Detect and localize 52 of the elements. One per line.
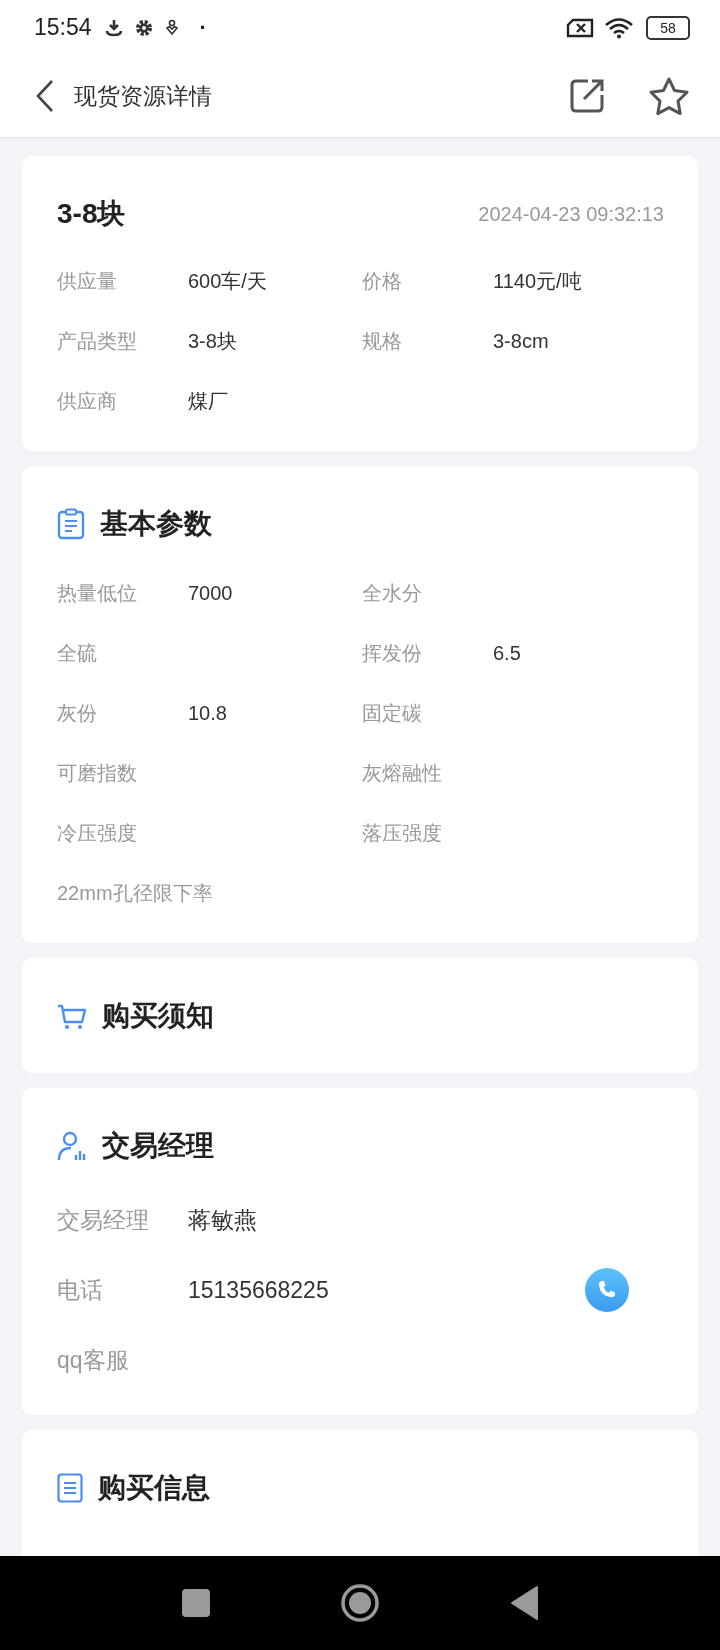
field-value: 6.5: [493, 641, 521, 664]
section-title: 购买须知: [102, 999, 214, 1033]
field-label: qq客服: [57, 1345, 130, 1375]
field-label: 落压强度: [362, 820, 443, 846]
clipboard-icon: [57, 508, 85, 540]
gear-icon: [133, 17, 154, 38]
field-value: 10.8: [188, 701, 227, 724]
field-label: 交易经理: [57, 1205, 150, 1235]
field-label: 全水分: [362, 580, 423, 606]
battery-icon: 58: [646, 15, 690, 40]
wifi-icon: [604, 16, 634, 39]
field-value: 600车/天: [188, 269, 267, 292]
page-title: 现货资源详情: [74, 81, 212, 111]
notification-dot: ·: [199, 14, 207, 41]
field-value: 蒋敏燕: [188, 1205, 257, 1235]
status-time: 15:54: [34, 14, 92, 41]
back-button[interactable]: [510, 1585, 538, 1621]
field-label: 供应量: [57, 268, 118, 294]
field-label: 全硫: [57, 640, 98, 666]
field-value: 3-8块: [188, 329, 237, 352]
field-label: 供应商: [57, 388, 118, 414]
field-label: 固定碳: [362, 700, 423, 726]
field-label: 可磨指数: [57, 760, 138, 786]
field-label: 产品类型: [57, 328, 138, 354]
document-icon: [57, 1473, 83, 1503]
section-title: 购买信息: [98, 1471, 210, 1505]
field-label: 灰熔融性: [362, 760, 443, 786]
field-value: 煤厂: [188, 389, 228, 412]
share-icon[interactable]: [568, 77, 606, 115]
field-label: 电话: [57, 1275, 104, 1305]
section-title: 交易经理: [102, 1129, 214, 1163]
field-label: 22mm孔径限下率: [57, 880, 214, 906]
field-value: 15135668225: [188, 1276, 329, 1304]
field-label: 冷压强度: [57, 820, 138, 846]
field-label: 挥发份: [362, 640, 423, 666]
field-value: 3-8cm: [493, 329, 549, 352]
section-title: 基本参数: [100, 507, 212, 541]
publish-date: 2024-04-23 09:32:13: [478, 202, 664, 226]
field-value: 7000: [188, 581, 233, 604]
field-label: 规格: [362, 328, 403, 354]
sim-off-icon: [566, 17, 594, 38]
back-icon[interactable]: [34, 79, 56, 113]
field-value: 1140元/吨: [493, 269, 582, 292]
field-label: 灰份: [57, 700, 98, 726]
star-icon[interactable]: [648, 76, 690, 116]
person-chart-icon: [57, 1130, 87, 1162]
product-title: 3-8块: [57, 197, 126, 231]
phone-call-icon[interactable]: [585, 1268, 629, 1312]
home-button[interactable]: [340, 1583, 380, 1623]
field-label: 价格: [362, 268, 403, 294]
download-icon: [103, 17, 124, 38]
field-label: 热量低位: [57, 580, 138, 606]
